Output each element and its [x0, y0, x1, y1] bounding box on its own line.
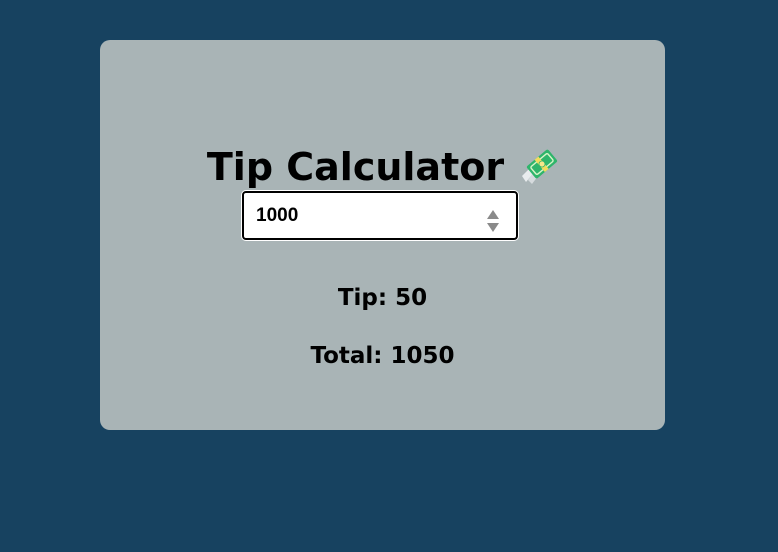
- increment-icon[interactable]: [486, 205, 500, 219]
- tip-label: Tip:: [337, 285, 388, 311]
- total-result: Total: 1050: [100, 341, 665, 371]
- amount-input-box[interactable]: [242, 191, 518, 240]
- page-title: Tip Calculator: [100, 144, 665, 190]
- tip-value: 50: [395, 285, 428, 311]
- money-with-wings-icon: [518, 146, 558, 186]
- total-label: Total:: [310, 343, 383, 369]
- number-spinner[interactable]: [486, 205, 500, 232]
- tip-result: Tip: 50: [100, 283, 665, 313]
- tip-calculator-card: Tip Calculator Tip: 5: [100, 40, 665, 430]
- total-value: 1050: [390, 343, 455, 369]
- decrement-icon[interactable]: [486, 218, 500, 232]
- amount-input[interactable]: [256, 193, 476, 238]
- title-text: Tip Calculator: [206, 145, 505, 189]
